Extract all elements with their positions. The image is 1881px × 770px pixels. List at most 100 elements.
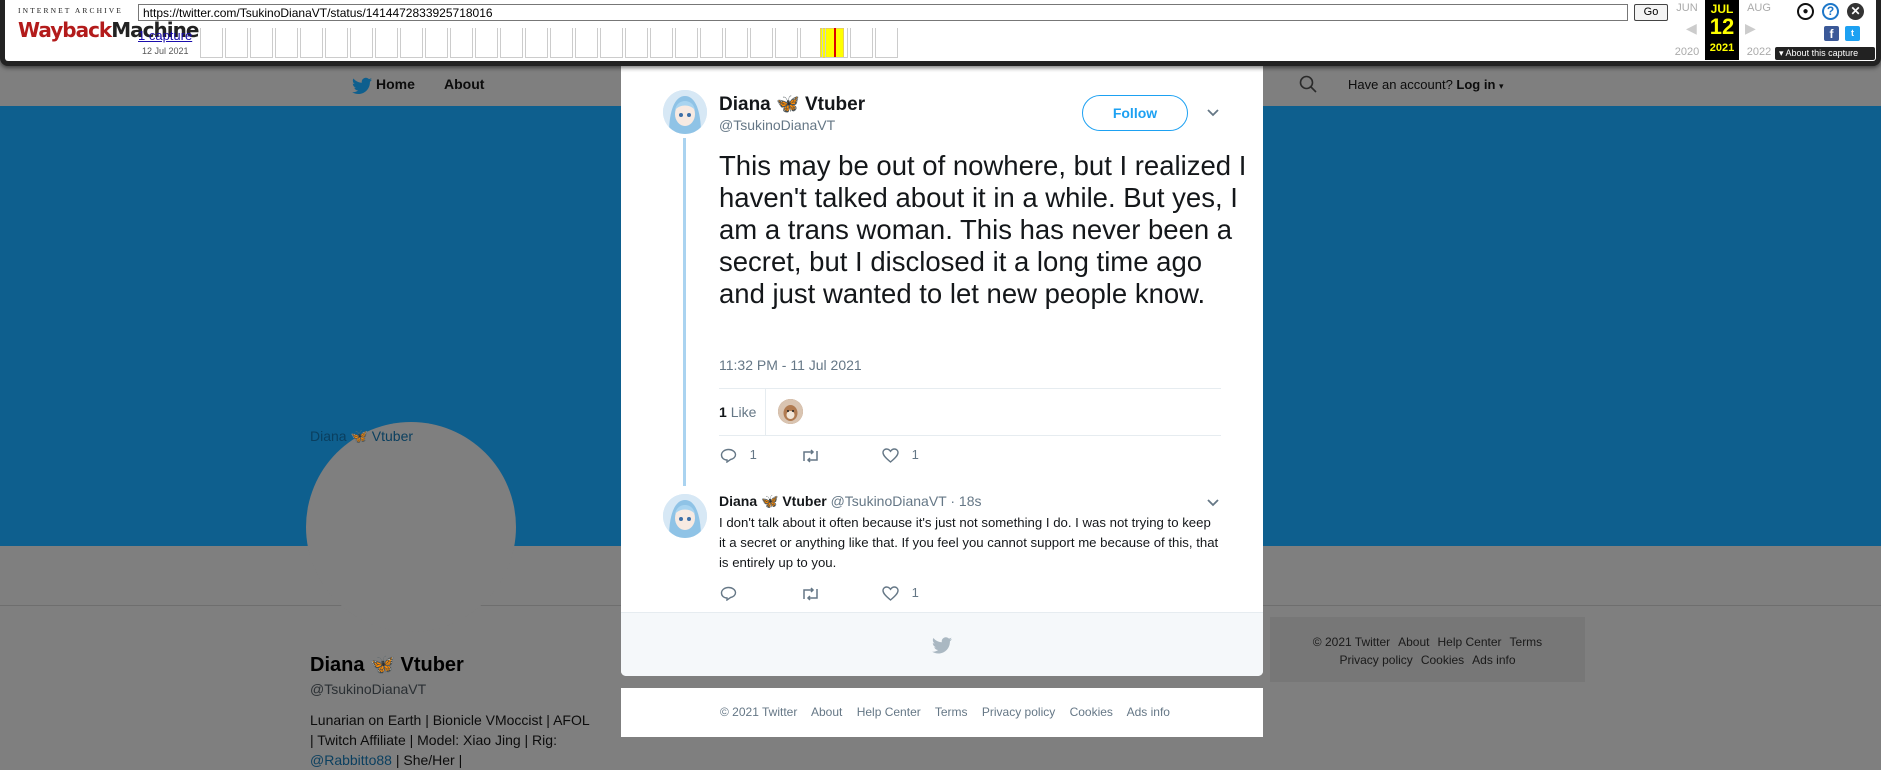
sparkline-year-column[interactable] bbox=[250, 28, 273, 58]
follow-button[interactable]: Follow bbox=[1082, 95, 1188, 131]
prev-month[interactable]: JUN bbox=[1670, 2, 1704, 14]
sparkline-year-column[interactable] bbox=[300, 28, 323, 58]
facebook-icon[interactable]: f bbox=[1824, 26, 1839, 41]
sparkline-year-column[interactable] bbox=[425, 28, 448, 58]
search-icon[interactable] bbox=[1298, 74, 1318, 94]
sparkline-year-column[interactable] bbox=[725, 28, 748, 58]
footer-terms-link[interactable]: Terms bbox=[935, 705, 968, 719]
reply-time[interactable]: · 18s bbox=[950, 493, 981, 509]
sparkline-year-column[interactable] bbox=[875, 28, 898, 58]
reply-reply-action[interactable] bbox=[720, 585, 737, 602]
close-icon[interactable]: ✕ bbox=[1847, 3, 1864, 20]
footer-cookies-link[interactable]: Cookies bbox=[1421, 653, 1464, 667]
author-handle[interactable]: @TsukinoDianaVT bbox=[719, 117, 835, 133]
sparkline-year-column[interactable] bbox=[625, 28, 648, 58]
next-arrow-icon[interactable]: ▶ bbox=[1745, 20, 1756, 37]
sparkline-year-column[interactable] bbox=[850, 28, 873, 58]
heart-icon bbox=[882, 448, 899, 463]
wayback-logo[interactable]: INTERNET ARCHIVE WaybackMachine bbox=[18, 6, 199, 50]
like-action[interactable]: 1 bbox=[882, 447, 919, 463]
next-year[interactable]: 2022 bbox=[1742, 46, 1776, 58]
avatar-illustration bbox=[663, 90, 707, 134]
profile-avatar[interactable] bbox=[306, 422, 516, 632]
footer-cookies-link[interactable]: Cookies bbox=[1070, 705, 1113, 719]
reply-icon bbox=[720, 586, 737, 602]
sparkline-year-column[interactable] bbox=[675, 28, 698, 58]
sparkline-year-column[interactable] bbox=[450, 28, 473, 58]
next-month[interactable]: AUG bbox=[1742, 2, 1776, 14]
sparkline-year-column[interactable] bbox=[575, 28, 598, 58]
reply-author-name[interactable]: Diana 🦋 Vtuber bbox=[719, 493, 827, 509]
sparkline-year-column[interactable] bbox=[525, 28, 548, 58]
caret-down-icon: ▾ bbox=[1779, 48, 1784, 58]
sparkline-year-column[interactable] bbox=[400, 28, 423, 58]
login-prompt[interactable]: Have an account? Log in ▾ bbox=[1348, 77, 1504, 92]
bio-line: | Twitch Affiliate | Model: Xiao Jing | … bbox=[310, 732, 557, 748]
author-avatar[interactable] bbox=[663, 90, 707, 134]
likes-stat[interactable]: 1 Like bbox=[719, 404, 756, 420]
caret-down-icon: ▾ bbox=[1499, 81, 1504, 91]
footer-ads-link[interactable]: Ads info bbox=[1472, 653, 1515, 667]
sparkline-year-column[interactable] bbox=[500, 28, 523, 58]
chevron-down-icon[interactable] bbox=[1205, 494, 1221, 510]
sparkline-year-column[interactable] bbox=[600, 28, 623, 58]
sparkline-year-column[interactable] bbox=[225, 28, 248, 58]
like-count: 1 bbox=[911, 447, 919, 462]
sparkline-year-column[interactable] bbox=[275, 28, 298, 58]
tweet-timestamp[interactable]: 11:32 PM - 11 Jul 2021 bbox=[719, 357, 862, 373]
footer-help-link[interactable]: Help Center bbox=[1437, 635, 1501, 649]
sparkline-year-column[interactable] bbox=[650, 28, 673, 58]
sparkline-year-column[interactable] bbox=[375, 28, 398, 58]
author-name[interactable]: Diana 🦋 Vtuber bbox=[719, 92, 865, 116]
capture-sparkline[interactable] bbox=[200, 28, 1665, 60]
footer-about-link[interactable]: About bbox=[811, 705, 842, 719]
tweet-modal: Diana 🦋 Vtuber @TsukinoDianaVT Follow Th… bbox=[621, 66, 1263, 676]
footer-help-link[interactable]: Help Center bbox=[857, 705, 921, 719]
bio-mention-link[interactable]: @Rabbitto88 bbox=[310, 752, 392, 768]
prev-arrow-icon[interactable]: ◀ bbox=[1686, 20, 1697, 37]
reply-author-avatar[interactable] bbox=[663, 494, 707, 538]
nav-home-link[interactable]: Home bbox=[376, 76, 415, 92]
sparkline-year-column[interactable] bbox=[200, 28, 223, 58]
footer-ads-link[interactable]: Ads info bbox=[1127, 705, 1170, 719]
reply-action[interactable]: 1 bbox=[720, 447, 757, 464]
reply-count: 1 bbox=[749, 447, 757, 462]
retweet-icon bbox=[803, 449, 818, 463]
wayback-go-button[interactable]: Go bbox=[1634, 4, 1668, 21]
footer-terms-link[interactable]: Terms bbox=[1510, 635, 1543, 649]
sparkline-year-column[interactable] bbox=[350, 28, 373, 58]
nav-about-link[interactable]: About bbox=[444, 76, 484, 92]
tweet-text: This may be out of nowhere, but I realiz… bbox=[719, 150, 1247, 309]
sparkline-year-column[interactable] bbox=[325, 28, 348, 58]
twitter-icon[interactable]: t bbox=[1845, 26, 1860, 41]
sparkline-year-column[interactable] bbox=[825, 28, 848, 58]
stats-divider bbox=[765, 389, 766, 435]
liker-avatar[interactable] bbox=[778, 399, 803, 424]
user-icon[interactable]: ● bbox=[1797, 3, 1814, 20]
footer-about-link[interactable]: About bbox=[1398, 635, 1429, 649]
reply-author-handle[interactable]: @TsukinoDianaVT bbox=[831, 493, 947, 509]
help-icon[interactable]: ? bbox=[1822, 3, 1839, 20]
retweet-action[interactable] bbox=[801, 447, 820, 463]
chevron-down-icon[interactable] bbox=[1205, 104, 1221, 120]
sparkline-year-column[interactable] bbox=[475, 28, 498, 58]
modal-footer bbox=[621, 612, 1263, 676]
about-capture-toggle[interactable]: ▾ About this capture bbox=[1775, 47, 1875, 60]
sparkline-year-column[interactable] bbox=[800, 28, 823, 58]
sparkline-year-column[interactable] bbox=[700, 28, 723, 58]
tweet-stats: 1 Like bbox=[719, 388, 1221, 436]
reply-retweet-action[interactable] bbox=[801, 585, 820, 601]
have-account-text: Have an account? bbox=[1348, 77, 1453, 92]
footer-privacy-link[interactable]: Privacy policy bbox=[1339, 653, 1412, 667]
twitter-bird-icon bbox=[352, 77, 372, 94]
sparkline-year-column[interactable] bbox=[550, 28, 573, 58]
captures-link[interactable]: 1 capture bbox=[138, 28, 192, 43]
prev-year[interactable]: 2020 bbox=[1670, 46, 1704, 58]
likes-number: 1 bbox=[719, 404, 727, 420]
footer-privacy-link[interactable]: Privacy policy bbox=[982, 705, 1055, 719]
wayback-url-input[interactable] bbox=[138, 4, 1628, 21]
sparkline-year-column[interactable] bbox=[750, 28, 773, 58]
reply-like-action[interactable]: 1 bbox=[882, 585, 919, 601]
sparkline-year-column[interactable] bbox=[775, 28, 798, 58]
login-link[interactable]: Log in bbox=[1456, 77, 1495, 92]
